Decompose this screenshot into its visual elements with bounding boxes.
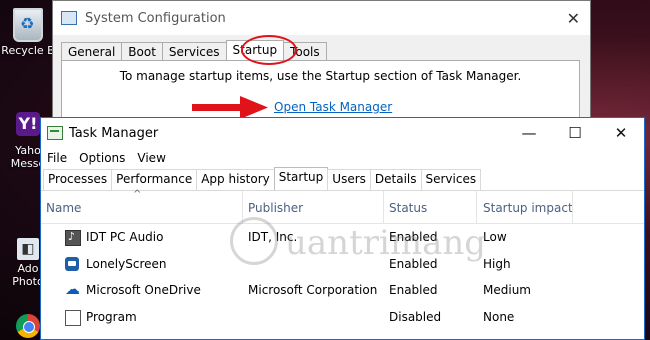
sort-up-icon: ^ — [133, 189, 142, 200]
cell-impact: High — [483, 256, 511, 271]
cell-status: Enabled — [389, 230, 438, 244]
syscfg-title: System Configuration — [85, 10, 226, 26]
table-row[interactable]: LonelyScreen Enabled High — [41, 251, 644, 278]
cell-publisher: IDT, Inc. — [248, 230, 298, 244]
cell-name: IDT PC Audio — [86, 230, 164, 244]
cell-status: Disabled — [389, 309, 442, 324]
maximize-button[interactable]: ☐ — [552, 124, 598, 142]
syscfg-close-button[interactable]: ✕ — [567, 9, 580, 28]
onedrive-icon — [65, 280, 80, 298]
tab-details[interactable]: Details — [369, 169, 422, 190]
tab-app-history[interactable]: App history — [196, 169, 275, 190]
column-divider[interactable] — [242, 191, 243, 223]
task-manager-icon — [47, 126, 63, 140]
tab-services[interactable]: Services — [420, 169, 482, 190]
desktop-icon-recycle-bin[interactable]: Recycle B — [0, 8, 56, 57]
audio-icon — [65, 230, 81, 246]
table-row[interactable]: IDT PC Audio IDT, Inc. Enabled Low — [41, 224, 644, 251]
minimize-button[interactable]: — — [506, 124, 552, 142]
startup-tab-highlight-circle — [241, 35, 297, 65]
cell-name: Microsoft OneDrive — [86, 283, 201, 297]
column-header-name[interactable]: Name — [46, 201, 81, 215]
open-task-manager-link[interactable]: Open Task Manager — [274, 100, 392, 114]
taskmgr-tabs: Processes Performance App history Startu… — [41, 167, 644, 191]
tab-users[interactable]: Users — [327, 169, 371, 190]
cell-name: Program — [86, 309, 137, 324]
menu-view[interactable]: View — [137, 151, 165, 165]
tab-startup[interactable]: Startup — [273, 167, 329, 190]
yahoo-icon: Y! — [16, 112, 40, 136]
cell-status: Enabled — [389, 256, 438, 271]
menu-file[interactable]: File — [47, 151, 67, 165]
cell-status: Enabled — [389, 283, 438, 297]
column-divider[interactable] — [476, 191, 477, 223]
column-header-status[interactable]: Status — [389, 201, 427, 215]
column-divider[interactable] — [572, 191, 573, 223]
tab-performance[interactable]: Performance — [111, 169, 198, 190]
menu-options[interactable]: Options — [79, 151, 125, 165]
table-row[interactable]: Microsoft OneDrive Microsoft Corporation… — [41, 277, 644, 304]
close-button[interactable]: ✕ — [598, 124, 644, 142]
syscfg-startup-panel: To manage startup items, use the Startup… — [61, 60, 580, 125]
cell-publisher: Microsoft Corporation — [248, 283, 378, 297]
tab-processes[interactable]: Processes — [43, 169, 113, 190]
cell-impact: None — [483, 309, 515, 324]
msconfig-icon — [61, 11, 77, 25]
document-icon — [65, 309, 81, 326]
column-header-startup-impact[interactable]: Startup impact — [483, 201, 573, 215]
chrome-icon — [16, 314, 40, 338]
screen-icon — [65, 256, 79, 271]
adobe-icon: ◧ — [17, 238, 39, 260]
desktop-icon-label: Recycle B — [1, 44, 55, 57]
table-header-row: ^ Name Publisher Status Startup impact — [41, 189, 644, 224]
taskmgr-titlebar[interactable]: Task Manager — ☐ ✕ — [41, 118, 644, 148]
cell-name: LonelyScreen — [86, 256, 167, 271]
cell-impact: Low — [483, 230, 507, 244]
recycle-bin-icon — [13, 8, 43, 42]
cell-impact: Medium — [483, 283, 531, 297]
taskmgr-menubar: File Options View — [41, 148, 644, 168]
syscfg-titlebar[interactable]: System Configuration ✕ — [53, 1, 590, 35]
column-divider[interactable] — [383, 191, 384, 223]
task-manager-window: Task Manager — ☐ ✕ File Options View Pro… — [40, 117, 645, 340]
column-header-publisher[interactable]: Publisher — [248, 201, 303, 215]
taskmgr-title: Task Manager — [69, 125, 159, 141]
startup-info-text: To manage startup items, use the Startup… — [119, 69, 522, 83]
table-row[interactable]: Program Disabled None — [41, 304, 644, 331]
system-configuration-window: System Configuration ✕ General Boot Serv… — [52, 0, 591, 126]
